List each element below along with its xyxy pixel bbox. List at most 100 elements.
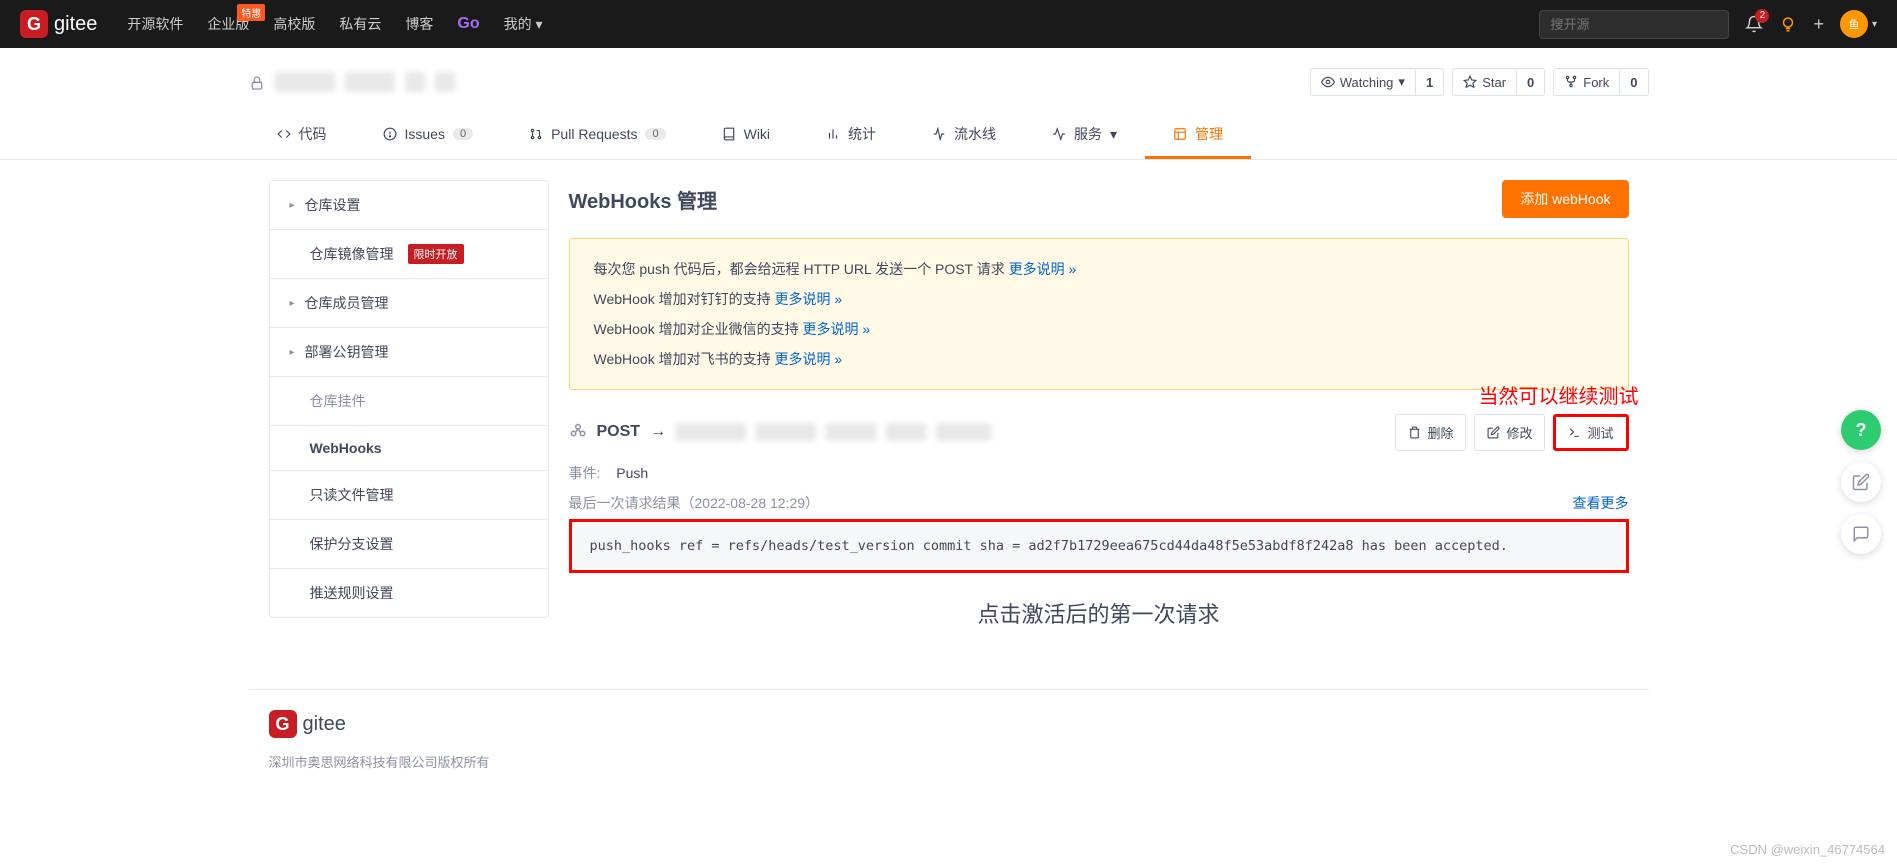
pr-icon	[529, 127, 543, 141]
service-icon	[1052, 127, 1066, 141]
nav-opensource[interactable]: 开源软件	[127, 14, 183, 34]
chat-button[interactable]	[1841, 514, 1881, 554]
result-label: 最后一次请求结果（2022-08-28 12:29）	[569, 493, 820, 513]
tab-stats[interactable]: 统计	[798, 112, 904, 159]
fork-button[interactable]: Fork 0	[1553, 68, 1648, 96]
repo-actions: Watching ▾ 1 Star 0 Fork 0	[1310, 68, 1649, 96]
delete-button[interactable]: 删除	[1395, 414, 1466, 451]
terminal-icon	[1568, 426, 1581, 439]
watermark: CSDN @weixin_46774564	[1730, 842, 1885, 857]
footer-logo-text: gitee	[303, 713, 346, 736]
repo-title	[249, 72, 455, 93]
repo-header: Watching ▾ 1 Star 0 Fork 0 代码 Issues0 Pu…	[0, 48, 1897, 160]
tab-wiki[interactable]: Wiki	[694, 112, 798, 159]
nav-blog[interactable]: 博客	[405, 14, 433, 34]
webhook-info: POST →	[569, 423, 992, 441]
trash-icon	[1408, 426, 1421, 439]
repo-name-blurred	[345, 72, 395, 92]
webhook-buttons: 删除 修改 测试	[1395, 414, 1628, 451]
search-input[interactable]	[1539, 10, 1729, 39]
view-more-link[interactable]: 查看更多	[1573, 493, 1629, 513]
watch-button[interactable]: Watching ▾ 1	[1310, 68, 1444, 96]
sidebar-widgets[interactable]: 仓库挂件	[270, 377, 548, 426]
tab-pipeline[interactable]: 流水线	[904, 112, 1024, 159]
edit-button[interactable]: 修改	[1474, 414, 1545, 451]
enterprise-badge: 特惠	[237, 4, 265, 21]
star-icon	[1463, 75, 1477, 89]
main-content: ▸仓库设置 仓库镜像管理限时开放 ▸仓库成员管理 ▸部署公钥管理 仓库挂件 We…	[249, 160, 1649, 649]
caret-icon: ▸	[290, 347, 295, 358]
eye-icon	[1321, 75, 1335, 89]
tab-pull-requests[interactable]: Pull Requests0	[501, 112, 694, 159]
bulb-icon[interactable]	[1779, 15, 1797, 33]
logo-text: gitee	[54, 13, 97, 36]
manage-icon	[1173, 127, 1187, 141]
gitee-logo-icon: G	[269, 710, 297, 738]
notice-link[interactable]: 更多说明 »	[775, 351, 843, 367]
nav-enterprise[interactable]: 企业版 特惠	[207, 14, 249, 34]
repo-part-blurred	[405, 72, 425, 92]
issues-icon	[383, 127, 397, 141]
limited-badge: 限时开放	[408, 244, 464, 264]
notice-line: 每次您 push 代码后，都会给远程 HTTP URL 发送一个 POST 请求…	[594, 259, 1604, 279]
feedback-button[interactable]	[1841, 462, 1881, 502]
notice-link[interactable]: 更多说明 »	[775, 291, 843, 307]
nav-university[interactable]: 高校版	[273, 14, 315, 34]
avatar-dropdown[interactable]: 鱼 ▾	[1840, 10, 1877, 38]
webhook-icon	[569, 423, 587, 441]
footer-copyright: 深圳市奥思网络科技有限公司版权所有	[269, 752, 1629, 771]
sidebar-push-rules[interactable]: 推送规则设置	[270, 569, 548, 617]
footer-logo: G gitee	[269, 710, 1629, 738]
sidebar-repo-settings[interactable]: ▸仓库设置	[270, 181, 548, 230]
sidebar-protected-branches[interactable]: 保护分支设置	[270, 520, 548, 569]
edit-icon	[1487, 426, 1500, 439]
logo[interactable]: G gitee	[20, 10, 97, 38]
sidebar: ▸仓库设置 仓库镜像管理限时开放 ▸仓库成员管理 ▸部署公钥管理 仓库挂件 We…	[269, 180, 549, 618]
webhook-arrow: →	[650, 423, 666, 441]
top-nav: G gitee 开源软件 企业版 特惠 高校版 私有云 博客 Go 我的 ▾ 2…	[0, 0, 1897, 48]
pipeline-icon	[932, 127, 946, 141]
repo-part2-blurred	[435, 72, 455, 92]
fork-icon	[1564, 75, 1578, 89]
tab-code[interactable]: 代码	[249, 112, 355, 159]
annotation-test: 当然可以继续测试	[1479, 380, 1639, 409]
repo-owner-blurred	[275, 72, 335, 92]
footer: G gitee 深圳市奥思网络科技有限公司版权所有	[249, 689, 1649, 791]
event-row: 事件: Push	[569, 463, 1629, 483]
annotation-request: 点击激活后的第一次请求	[569, 597, 1629, 629]
nav-go[interactable]: Go	[457, 15, 479, 33]
notification-icon[interactable]: 2	[1745, 15, 1763, 33]
sidebar-readonly-files[interactable]: 只读文件管理	[270, 471, 548, 520]
plus-icon[interactable]: +	[1813, 14, 1824, 35]
sidebar-members[interactable]: ▸仓库成员管理	[270, 279, 548, 328]
star-button[interactable]: Star 0	[1452, 68, 1545, 96]
lock-icon	[249, 72, 265, 93]
sidebar-deploy-keys[interactable]: ▸部署公钥管理	[270, 328, 548, 377]
tab-service[interactable]: 服务 ▾	[1024, 112, 1145, 159]
tab-manage[interactable]: 管理	[1145, 112, 1251, 159]
avatar: 鱼	[1840, 10, 1868, 38]
repo-tabs: 代码 Issues0 Pull Requests0 Wiki 统计 流水线 服务…	[249, 112, 1649, 159]
result-box-highlighted: push_hooks ref = refs/heads/test_version…	[569, 519, 1629, 573]
nav-mine[interactable]: 我的 ▾	[504, 14, 543, 34]
notice-box: 每次您 push 代码后，都会给远程 HTTP URL 发送一个 POST 请求…	[569, 238, 1629, 390]
notice-line: WebHook 增加对钉钉的支持 更多说明 »	[594, 289, 1604, 309]
notice-link[interactable]: 更多说明 »	[803, 321, 871, 337]
notice-link[interactable]: 更多说明 »	[1009, 261, 1077, 277]
add-webhook-button[interactable]: 添加 webHook	[1502, 180, 1628, 218]
tab-issues[interactable]: Issues0	[355, 112, 502, 159]
chevron-down-icon: ▾	[1872, 19, 1877, 30]
result-content: push_hooks ref = refs/heads/test_version…	[574, 524, 1624, 568]
result-header: 最后一次请求结果（2022-08-28 12:29） 查看更多	[569, 493, 1629, 513]
test-button[interactable]: 测试	[1553, 414, 1628, 451]
event-label: 事件:	[569, 465, 601, 481]
notice-line: WebHook 增加对飞书的支持 更多说明 »	[594, 349, 1604, 369]
stats-icon	[826, 127, 840, 141]
sidebar-webhooks[interactable]: WebHooks	[270, 426, 548, 471]
help-button[interactable]: ?	[1841, 410, 1881, 450]
webhook-method: POST	[597, 423, 641, 441]
sidebar-mirror[interactable]: 仓库镜像管理限时开放	[270, 230, 548, 279]
nav-items: 开源软件 企业版 特惠 高校版 私有云 博客 Go 我的 ▾	[127, 14, 542, 34]
nav-private-cloud[interactable]: 私有云	[339, 14, 381, 34]
caret-icon: ▸	[290, 298, 295, 309]
